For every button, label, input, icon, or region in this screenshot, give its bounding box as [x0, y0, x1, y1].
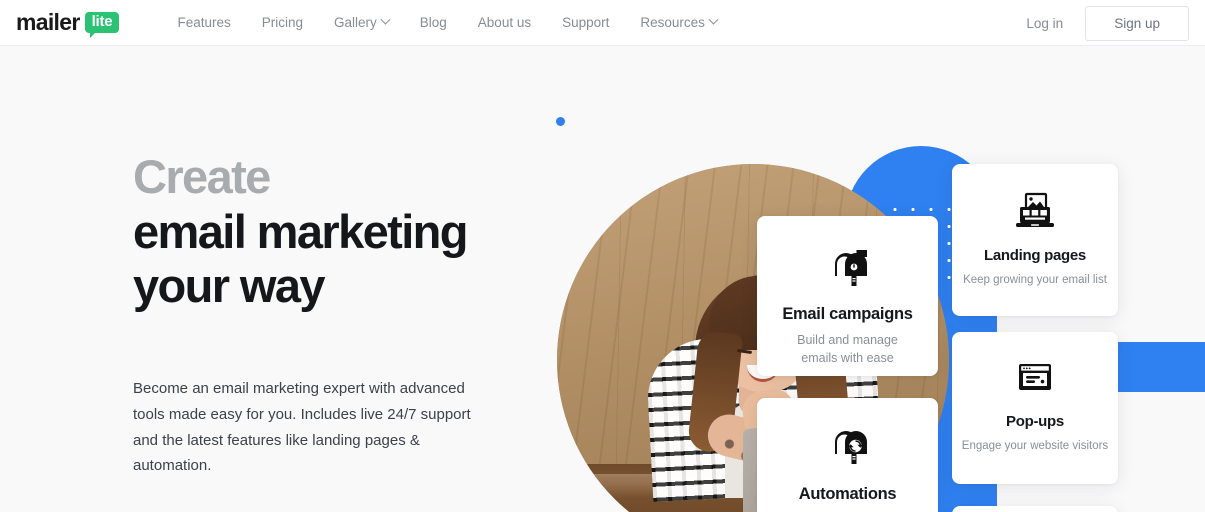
- feature-card-pop-ups[interactable]: Pop-ups Engage your website visitors: [952, 332, 1118, 484]
- card-title: Automations: [798, 485, 897, 503]
- feature-card-automations[interactable]: Automations: [757, 398, 938, 512]
- brand-logo[interactable]: mailer lite: [16, 9, 120, 38]
- logo-wordmark: mailer: [16, 9, 80, 35]
- nav-item-blog[interactable]: Blog: [420, 15, 447, 30]
- nav-actions: Log in Sign up: [1026, 0, 1189, 46]
- landing-page: mailer lite Features Pricing Gallery Blo…: [0, 0, 1205, 512]
- nav-item-about-us[interactable]: About us: [478, 15, 531, 30]
- hero-section: Create email marketing your way Become a…: [0, 46, 1205, 512]
- card-subtitle: Engage your website visitors: [961, 440, 1109, 452]
- nav-item-pricing[interactable]: Pricing: [262, 15, 303, 30]
- nav-item-label: Support: [562, 15, 610, 30]
- headline-line-1: Create: [133, 150, 271, 203]
- headline-line-3: your way: [133, 259, 326, 313]
- card-title: Pop-ups: [1006, 413, 1064, 430]
- feature-card-stars[interactable]: [952, 506, 1118, 512]
- decorative-dot-icon: [556, 117, 565, 126]
- nav-item-label: Resources: [640, 15, 705, 30]
- feature-card-landing-pages[interactable]: Landing pages Keep growing your email li…: [952, 164, 1118, 316]
- nav-links: Features Pricing Gallery Blog About us S…: [177, 14, 747, 30]
- headline-line-2: email marketing: [133, 204, 468, 258]
- nav-item-resources[interactable]: Resources: [640, 14, 719, 30]
- nav-item-label: Pricing: [261, 15, 303, 30]
- laptop-image-icon: [1012, 192, 1058, 237]
- top-navigation-bar: mailer lite Features Pricing Gallery Blo…: [0, 0, 1205, 46]
- nav-item-label: Features: [177, 15, 231, 30]
- chevron-down-icon: [380, 14, 391, 25]
- card-subtitle: Build and manage emails with ease: [797, 333, 898, 365]
- nav-item-label: Gallery: [334, 15, 377, 30]
- nav-item-features[interactable]: Features: [177, 15, 230, 30]
- login-link[interactable]: Log in: [1026, 16, 1063, 31]
- nav-item-support[interactable]: Support: [562, 15, 609, 30]
- logo-lite-badge: lite: [84, 12, 120, 38]
- feature-card-email-campaigns[interactable]: Email campaigns Build and manage emails …: [757, 216, 938, 376]
- signup-button[interactable]: Sign up: [1085, 5, 1189, 41]
- chevron-down-icon: [708, 14, 719, 25]
- card-subtitle: Keep growing your email list: [963, 274, 1107, 286]
- card-title: Email campaigns: [782, 305, 913, 323]
- browser-window-icon: [1013, 360, 1057, 403]
- nav-item-label: Blog: [419, 15, 447, 30]
- mailbox-with-flag-icon: [825, 246, 871, 295]
- hero-paragraph: Become an email marketing expert with ad…: [133, 380, 471, 475]
- nav-item-gallery[interactable]: Gallery: [334, 14, 391, 30]
- card-title: Landing pages: [984, 247, 1086, 264]
- nav-item-label: About us: [477, 15, 532, 30]
- page-title: Create email marketing your way: [133, 150, 468, 314]
- mailbox-sync-icon: [825, 426, 871, 475]
